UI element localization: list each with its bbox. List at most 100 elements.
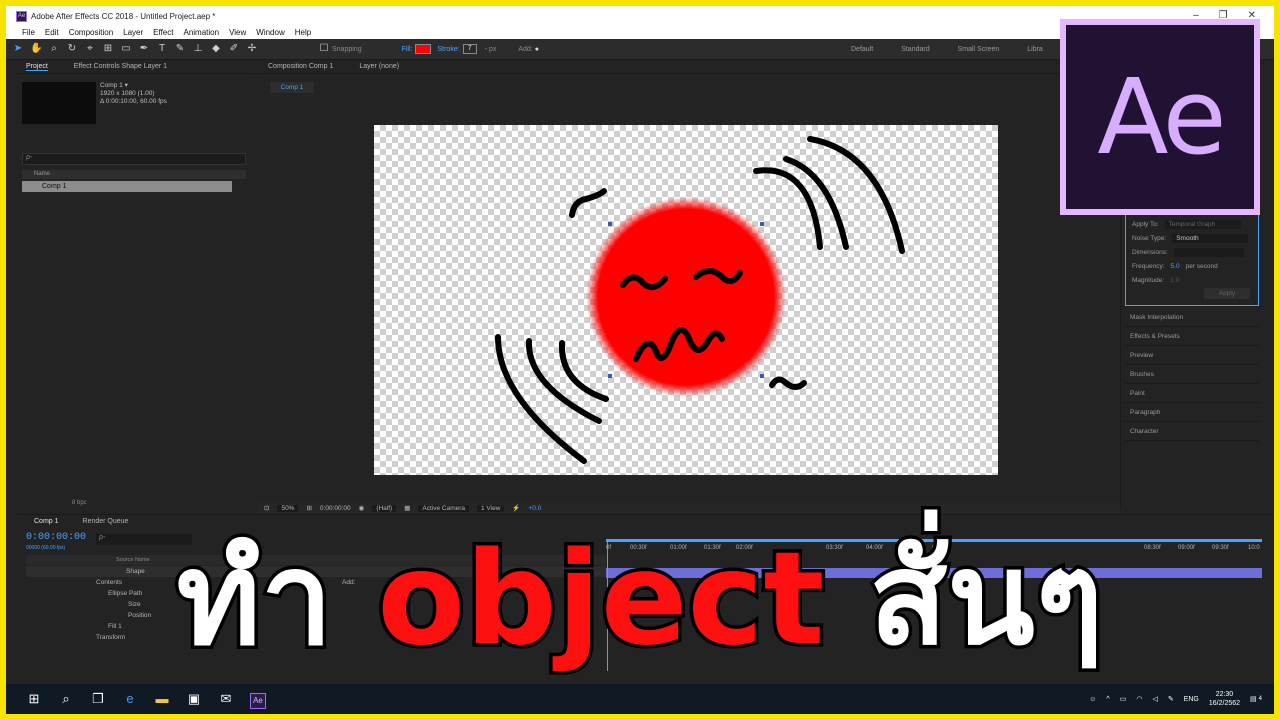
view-layout-dropdown[interactable]: 1 View xyxy=(477,504,505,512)
edge-browser-icon[interactable]: e xyxy=(114,684,146,714)
apply-button[interactable]: Apply xyxy=(1204,288,1250,299)
menu-edit[interactable]: Edit xyxy=(45,28,59,37)
comp-info-size: 1920 x 1080 (1.00) xyxy=(100,90,155,97)
battery-icon[interactable]: ▭ xyxy=(1120,695,1127,703)
file-explorer-icon[interactable]: ▬ xyxy=(146,684,178,714)
camera-tool-icon[interactable]: ⌖ xyxy=(84,43,96,55)
snapping-checkbox-icon[interactable]: ☐ xyxy=(318,43,330,55)
fill-label: Fill: xyxy=(401,45,413,53)
panel-preview[interactable]: Preview xyxy=(1125,346,1259,365)
panel-effects-presets[interactable]: Effects & Presets xyxy=(1125,327,1259,346)
rectangle-tool-icon[interactable]: ▭ xyxy=(120,43,132,55)
always-preview-icon[interactable]: ⊡ xyxy=(264,504,269,512)
show-hidden-icons-icon[interactable]: ^ xyxy=(1106,696,1109,703)
windows-start-icon[interactable]: ⊞ xyxy=(18,684,50,714)
mail-icon[interactable]: ✉ xyxy=(210,684,242,714)
people-icon[interactable]: ☺ xyxy=(1089,696,1096,703)
panel-brushes[interactable]: Brushes xyxy=(1125,365,1259,384)
tab-effect-controls[interactable]: Effect Controls Shape Layer 1 xyxy=(74,63,167,70)
tab-layer[interactable]: Layer (none) xyxy=(359,63,399,70)
composition-canvas[interactable] xyxy=(374,125,998,475)
zoom-dropdown[interactable]: 50% xyxy=(277,504,299,512)
fill-color-swatch[interactable] xyxy=(415,44,432,54)
menu-file[interactable]: File xyxy=(22,28,35,37)
store-icon[interactable]: ▣ xyxy=(178,684,210,714)
column-name-label[interactable]: Name xyxy=(34,171,50,177)
menu-layer[interactable]: Layer xyxy=(123,28,143,37)
tab-project[interactable]: Project xyxy=(26,63,48,71)
red-ball[interactable] xyxy=(586,197,786,397)
camera-dropdown[interactable]: Active Camera xyxy=(418,504,469,512)
clone-stamp-tool-icon[interactable]: ⊥ xyxy=(192,43,204,55)
zoom-tool-icon[interactable]: ⌕ xyxy=(48,43,60,55)
comp-info-name[interactable]: Comp 1 ▾ xyxy=(100,82,167,90)
menu-effect[interactable]: Effect xyxy=(153,28,173,37)
brush-tool-icon[interactable]: ✎ xyxy=(174,43,186,55)
clock[interactable]: 22:30 16/2/2562 xyxy=(1209,690,1240,708)
resolution-dropdown[interactable]: (Half) xyxy=(372,504,397,512)
menu-animation[interactable]: Animation xyxy=(183,28,219,37)
noise-type-label: Noise Type: xyxy=(1132,234,1167,242)
exposure-value[interactable]: +0.0 xyxy=(529,505,542,512)
clock-date: 16/2/2562 xyxy=(1208,700,1241,707)
dimensions-label: Dimensions: xyxy=(1132,248,1168,256)
noise-type-dropdown[interactable]: Smooth xyxy=(1172,233,1249,243)
safe-zones-icon[interactable]: ⊞ xyxy=(306,504,311,512)
volume-icon[interactable]: ◁ xyxy=(1152,695,1157,703)
pen-tool-icon[interactable]: ✒ xyxy=(138,43,150,55)
current-time-field[interactable]: 0:00:00:00 xyxy=(320,505,351,512)
eraser-tool-icon[interactable]: ◆ xyxy=(210,43,222,55)
dimensions-dropdown[interactable] xyxy=(1173,247,1244,257)
transparency-grid-icon[interactable]: ▦ xyxy=(404,504,410,512)
pan-behind-tool-icon[interactable]: ⊞ xyxy=(102,43,114,55)
apply-to-dropdown[interactable]: Temporal Graph xyxy=(1164,219,1241,229)
rotate-tool-icon[interactable]: ↻ xyxy=(66,43,78,55)
title-word-1: ทำ xyxy=(173,522,336,678)
puppet-pin-tool-icon[interactable]: ✢ xyxy=(246,43,258,55)
network-icon[interactable]: ◠ xyxy=(1136,695,1142,703)
fast-previews-icon[interactable]: ⚡ xyxy=(512,504,520,512)
tab-composition[interactable]: Composition Comp 1 xyxy=(268,63,333,70)
panel-mask-interpolation[interactable]: Mask Interpolation xyxy=(1125,308,1259,327)
menu-composition[interactable]: Composition xyxy=(69,28,113,37)
menu-window[interactable]: Window xyxy=(256,28,284,37)
stroke-label: Stroke: xyxy=(437,45,460,53)
workspace-small-screen[interactable]: Small Screen xyxy=(958,46,1000,53)
comp-breadcrumb[interactable]: Comp 1 xyxy=(270,82,314,93)
project-item-comp[interactable]: Comp 1 xyxy=(22,181,232,192)
add-menu-icon[interactable]: ● xyxy=(535,46,539,53)
menu-view[interactable]: View xyxy=(229,28,246,37)
panel-paragraph[interactable]: Paragraph xyxy=(1125,403,1259,422)
panel-character[interactable]: Character xyxy=(1125,422,1259,441)
snapshot-icon[interactable]: ◉ xyxy=(359,504,365,512)
path-vertex-handle xyxy=(760,374,764,378)
hand-tool-icon[interactable]: ✋ xyxy=(30,43,42,55)
frequency-unit: per second xyxy=(1185,262,1218,270)
bpc-label[interactable]: 8 bpc xyxy=(72,500,87,506)
after-effects-taskbar-icon[interactable]: Ae xyxy=(242,684,274,714)
roto-brush-tool-icon[interactable]: ✐ xyxy=(228,43,240,55)
menu-help[interactable]: Help xyxy=(295,28,311,37)
magnitude-value[interactable]: 1.0 xyxy=(1170,277,1179,284)
path-vertex-handle xyxy=(608,374,612,378)
task-view-icon[interactable]: ❐ xyxy=(82,684,114,714)
panel-paint[interactable]: Paint xyxy=(1125,384,1259,403)
workspace-libraries[interactable]: Libra xyxy=(1027,46,1043,53)
language-indicator[interactable]: ENG xyxy=(1184,696,1199,703)
frequency-value[interactable]: 5.0 xyxy=(1171,263,1180,270)
project-panel: Project Effect Controls Shape Layer 1 Co… xyxy=(18,60,254,510)
text-tool-icon[interactable]: T xyxy=(156,43,168,55)
search-icon[interactable]: ⌕ xyxy=(50,684,82,714)
comp-info: Comp 1 ▾ 1920 x 1080 (1.00) Δ 0:00:10:00… xyxy=(100,82,167,106)
project-search-input[interactable]: ρ- xyxy=(22,153,246,165)
stroke-width-field[interactable]: 7 xyxy=(462,44,477,54)
workspace-default[interactable]: Default xyxy=(851,46,873,53)
workspace-standard[interactable]: Standard xyxy=(901,46,929,53)
pen-icon[interactable]: ✎ xyxy=(1168,695,1174,703)
notification-center-icon[interactable]: ▤ xyxy=(1250,695,1257,703)
stroke-unit: - px xyxy=(484,45,497,53)
ae-logo-text: Ae xyxy=(1066,25,1254,209)
selection-tool-icon[interactable]: ➤ xyxy=(12,43,24,55)
workspace-switcher: Default Standard Small Screen Libra xyxy=(851,39,1043,60)
motion-line-bottom-3 xyxy=(558,340,609,402)
